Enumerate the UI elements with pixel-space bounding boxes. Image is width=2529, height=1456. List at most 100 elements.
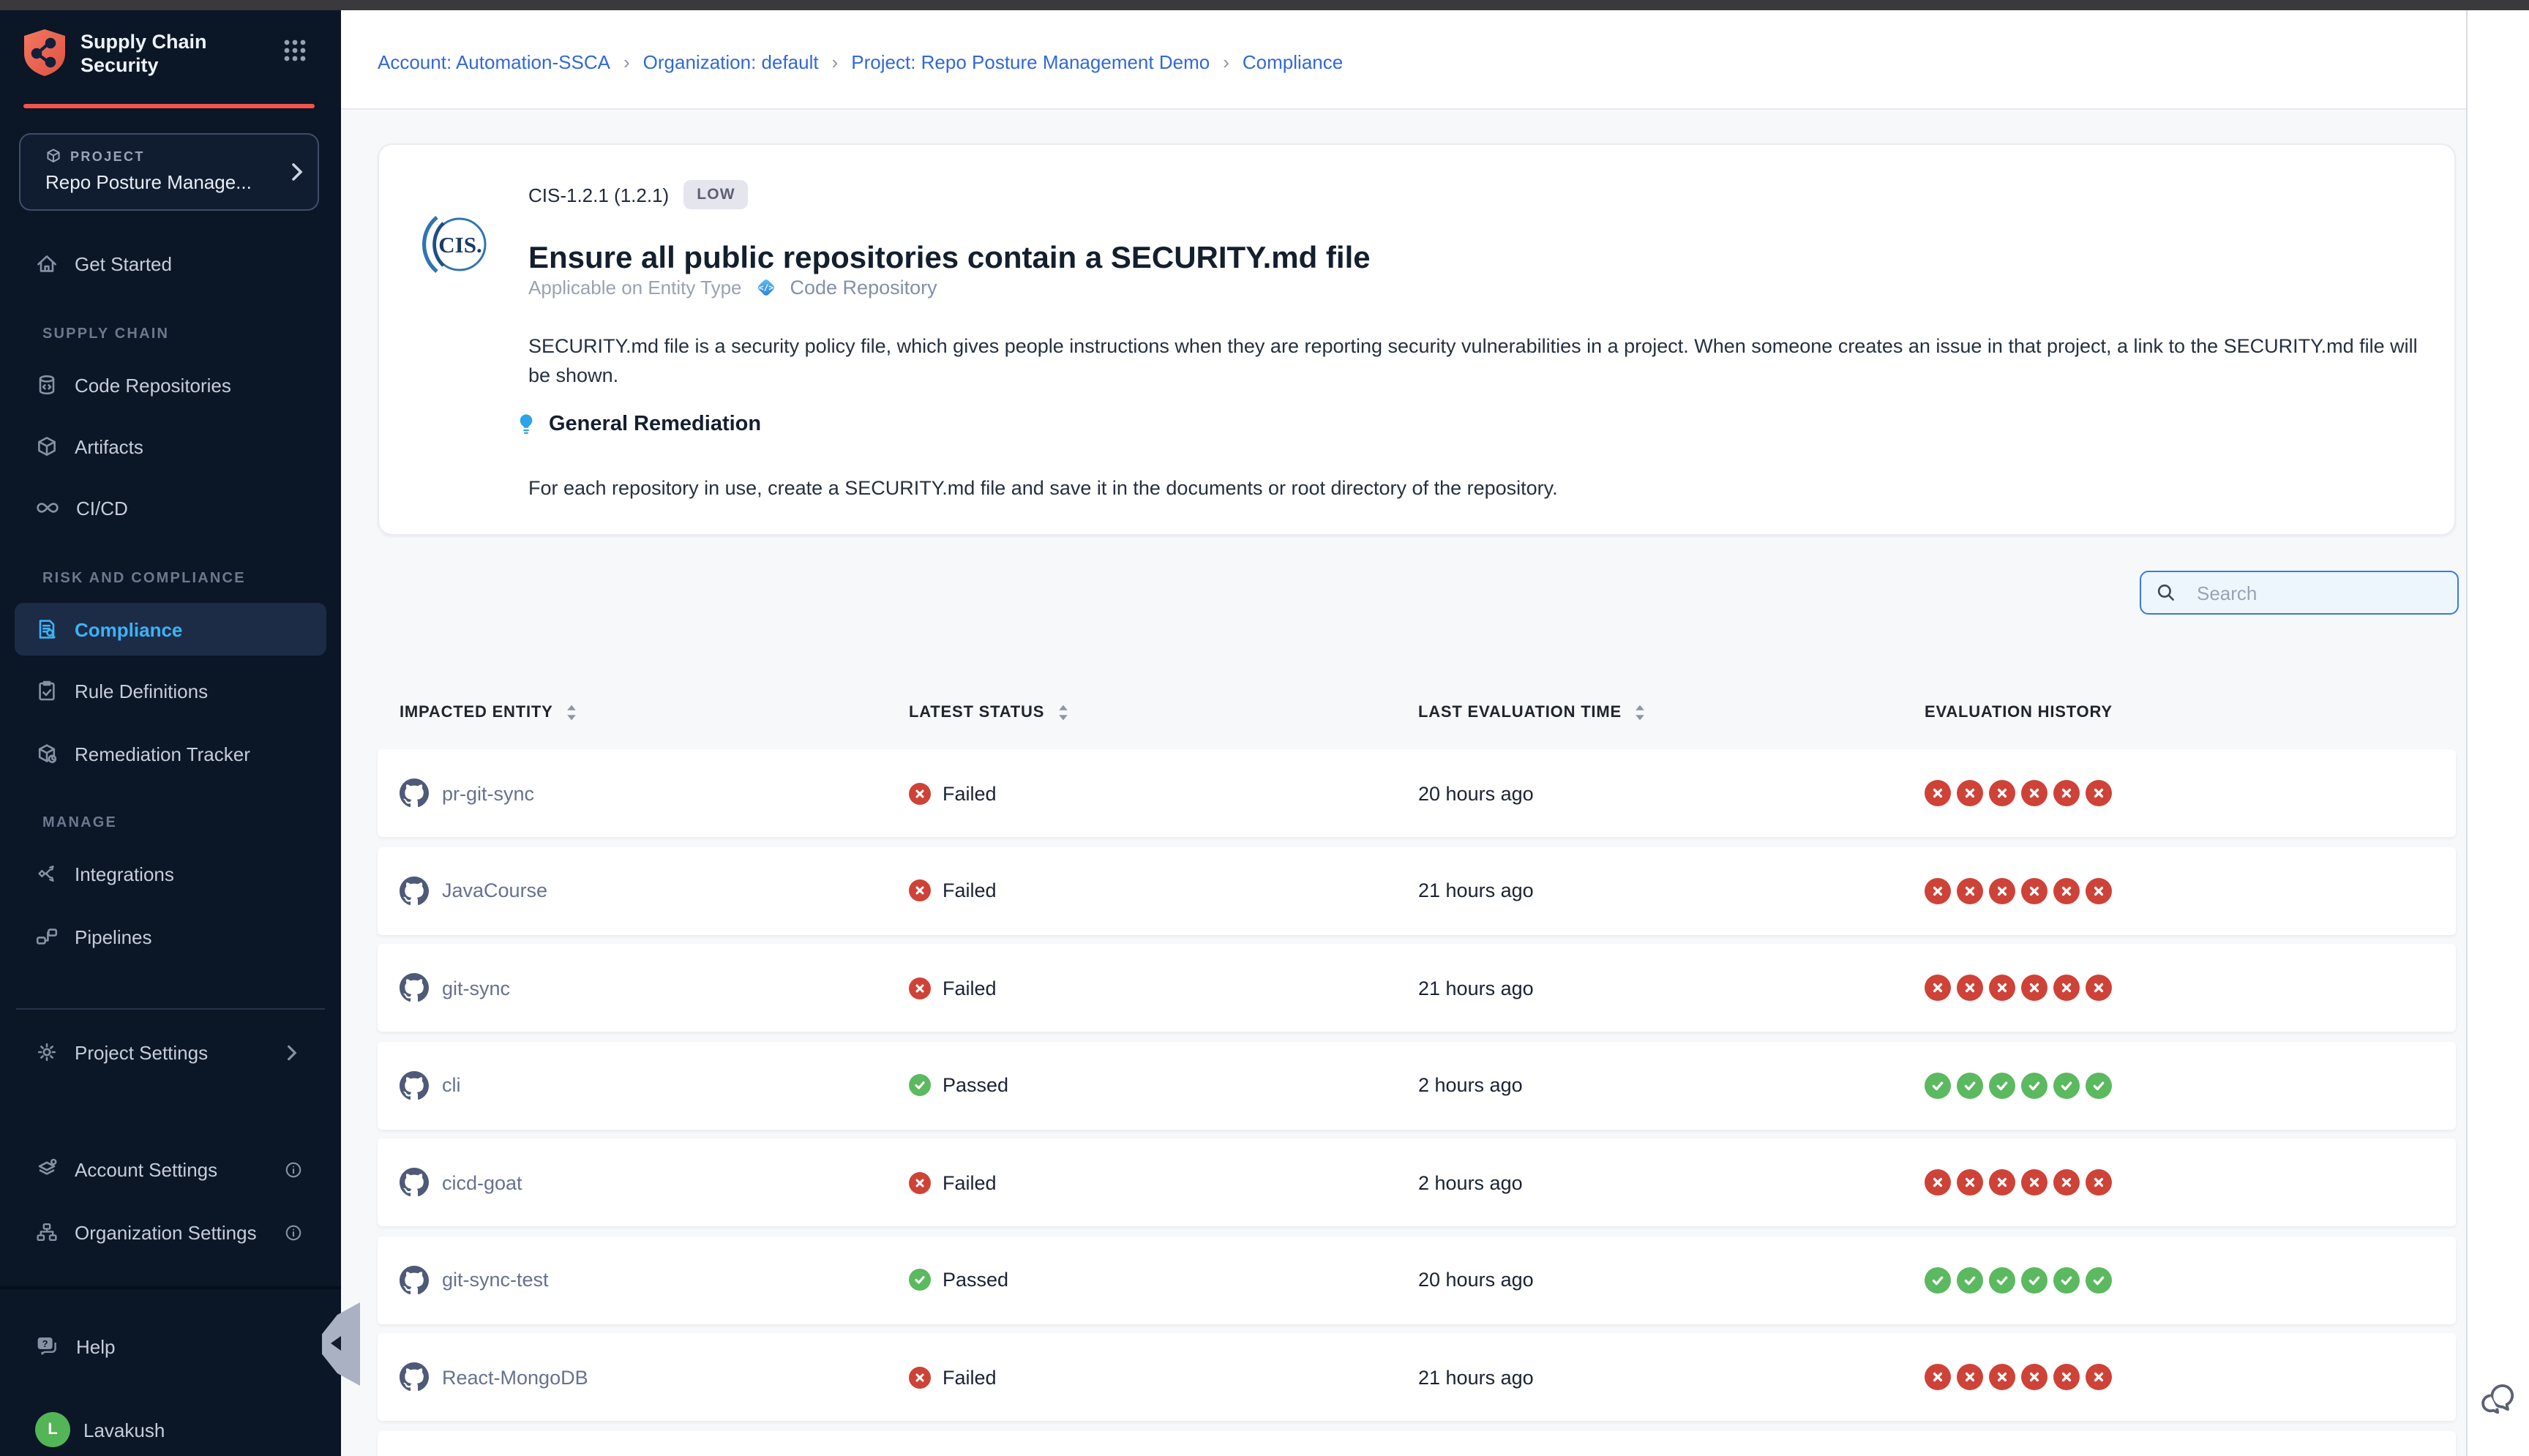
evaluation-history-cell <box>1925 1169 2456 1196</box>
user-avatar: L <box>35 1412 70 1447</box>
sort-icon[interactable] <box>565 704 578 721</box>
table-row[interactable]: cicd-goatFailed2 hours ago <box>378 1138 2456 1226</box>
info-icon[interactable] <box>284 1160 303 1179</box>
passed-history-icon <box>1989 1072 2015 1098</box>
sidebar-item-user[interactable]: L Lavakush <box>15 1403 326 1456</box>
breadcrumb-project[interactable]: Project: Repo Posture Management Demo <box>851 51 1210 73</box>
failed-history-icon <box>2086 877 2112 904</box>
status-label: Passed <box>943 1269 1008 1291</box>
sidebar-item-code-repositories[interactable]: Code Repositories <box>15 359 326 411</box>
document-search-icon <box>35 618 59 641</box>
app-root: Supply Chain Security PROJECT Repo Postu… <box>0 0 2529 1456</box>
rule-detail-card: CIS. CIS-1.2.1 (1.2.1) LOW Ensure all pu… <box>378 143 2456 536</box>
column-header-last-evaluation-time[interactable]: LAST EVALUATION TIME <box>1418 704 1925 721</box>
severity-badge: LOW <box>683 180 749 209</box>
entity-name[interactable]: pr-git-sync <box>442 782 534 804</box>
table-row[interactable]: pr-git-syncFailed20 hours ago <box>378 749 2456 837</box>
evaluation-history-cell <box>1925 877 2456 904</box>
scrollbar-track[interactable] <box>2466 10 2529 1456</box>
svg-text:CIS.: CIS. <box>438 232 482 258</box>
failed-history-icon <box>2053 1364 2080 1390</box>
breadcrumb-separator: › <box>623 51 630 73</box>
sidebar-item-remediation-tracker[interactable]: Remediation Tracker <box>15 727 326 780</box>
sidebar-item-compliance[interactable]: Compliance <box>15 603 326 656</box>
module-switcher-icon[interactable] <box>282 38 307 70</box>
table-row[interactable]: git-syncFailed21 hours ago <box>378 944 2456 1032</box>
breadcrumb-bar: Account: Automation-SSCA › Organization:… <box>341 10 2466 110</box>
entity-name[interactable]: git-sync-test <box>442 1269 549 1291</box>
sidebar-item-pipelines[interactable]: Pipelines <box>15 910 326 963</box>
sidebar-item-rule-definitions[interactable]: Rule Definitions <box>15 664 326 717</box>
breadcrumb-account[interactable]: Account: Automation-SSCA <box>378 51 610 73</box>
status-label: Failed <box>943 1366 997 1388</box>
last-evaluation-time-cell: 21 hours ago <box>1418 977 1925 999</box>
rule-id: CIS-1.2.1 (1.2.1) <box>528 184 669 206</box>
latest-status-cell: Passed <box>909 1269 1418 1291</box>
github-icon <box>400 1362 429 1392</box>
table-row[interactable]: Passed <box>378 1430 2456 1456</box>
table-header: IMPACTED ENTITY LATEST STATUS LAST EVALU… <box>378 691 2456 735</box>
failed-history-icon <box>1925 975 1951 1001</box>
sidebar-item-account-settings[interactable]: Account Settings <box>15 1143 326 1196</box>
github-icon <box>400 876 429 905</box>
entity-name[interactable]: cicd-goat <box>442 1171 522 1193</box>
sidebar-item-integrations[interactable]: Integrations <box>15 847 326 900</box>
infinity-icon <box>35 496 60 519</box>
impacted-entity-cell: git-sync <box>400 973 909 1002</box>
sidebar-item-artifacts[interactable]: Artifacts <box>15 420 326 473</box>
box-wrench-icon <box>35 742 59 765</box>
entity-name[interactable]: cli <box>442 1074 461 1096</box>
table-row[interactable]: JavaCourseFailed21 hours ago <box>378 847 2456 934</box>
search-box[interactable] <box>2140 571 2459 615</box>
failed-status-icon <box>909 782 931 804</box>
failed-history-icon <box>2021 1364 2047 1390</box>
column-header-latest-status[interactable]: LATEST STATUS <box>909 704 1418 721</box>
project-name: Repo Posture Manage... <box>45 171 252 193</box>
table-row[interactable]: React-MongoDBFailed21 hours ago <box>378 1333 2456 1421</box>
sort-icon[interactable] <box>1633 704 1646 721</box>
failed-history-icon <box>2053 877 2080 904</box>
failed-history-icon <box>2086 780 2112 806</box>
entity-name[interactable]: JavaCourse <box>442 879 547 901</box>
sidebar-item-get-started[interactable]: Get Started <box>15 237 326 290</box>
breadcrumb-organization[interactable]: Organization: default <box>643 51 819 73</box>
breadcrumb-compliance[interactable]: Compliance <box>1243 51 1343 73</box>
sidebar-item-organization-settings[interactable]: Organization Settings <box>15 1206 326 1258</box>
entity-name[interactable]: git-sync <box>442 977 510 999</box>
sidebar-item-label: Artifacts <box>75 435 143 457</box>
table-row[interactable]: git-sync-testPassed20 hours ago <box>378 1236 2456 1324</box>
search-input[interactable] <box>2197 582 2454 604</box>
passed-history-icon <box>2053 1267 2080 1293</box>
latest-status-cell: Failed <box>909 1366 1418 1388</box>
failed-history-icon <box>1957 877 1983 904</box>
info-icon[interactable] <box>284 1223 303 1242</box>
evaluation-history-cell <box>1925 1072 2456 1098</box>
sidebar: Supply Chain Security PROJECT Repo Postu… <box>0 10 341 1456</box>
project-selector[interactable]: PROJECT Repo Posture Manage... <box>19 133 319 211</box>
home-icon <box>35 252 59 275</box>
sidebar-item-help[interactable]: ? Help <box>15 1320 326 1373</box>
table-row[interactable]: cliPassed2 hours ago <box>378 1041 2456 1129</box>
browser-chrome-strip <box>0 0 2529 10</box>
breadcrumb: Account: Automation-SSCA › Organization:… <box>378 51 1343 73</box>
layers-gear-icon <box>35 1157 59 1181</box>
github-icon <box>400 973 429 1002</box>
passed-history-icon <box>1957 1267 1983 1293</box>
breadcrumb-separator: › <box>1223 51 1229 73</box>
sort-icon[interactable] <box>1056 704 1069 721</box>
status-label: Passed <box>943 1074 1008 1096</box>
sidebar-item-project-settings[interactable]: Project Settings <box>15 1026 326 1078</box>
evaluation-history-cell <box>1925 1364 2456 1390</box>
failed-history-icon <box>1957 1169 1983 1196</box>
table-body: pr-git-syncFailed20 hours agoJavaCourseF… <box>378 749 2456 1456</box>
column-header-impacted-entity[interactable]: IMPACTED ENTITY <box>400 704 909 721</box>
support-chat-icon[interactable] <box>2478 1380 2517 1427</box>
failed-history-icon <box>1925 1169 1951 1196</box>
evaluation-history-cell <box>1925 1267 2456 1293</box>
entity-name[interactable]: React-MongoDB <box>442 1366 588 1388</box>
code-repository-diamond-icon: </> <box>754 275 779 300</box>
passed-history-icon <box>1989 1267 2015 1293</box>
impacted-entity-cell: React-MongoDB <box>400 1362 909 1392</box>
failed-history-icon <box>1957 975 1983 1001</box>
sidebar-item-cicd[interactable]: CI/CD <box>15 481 326 534</box>
